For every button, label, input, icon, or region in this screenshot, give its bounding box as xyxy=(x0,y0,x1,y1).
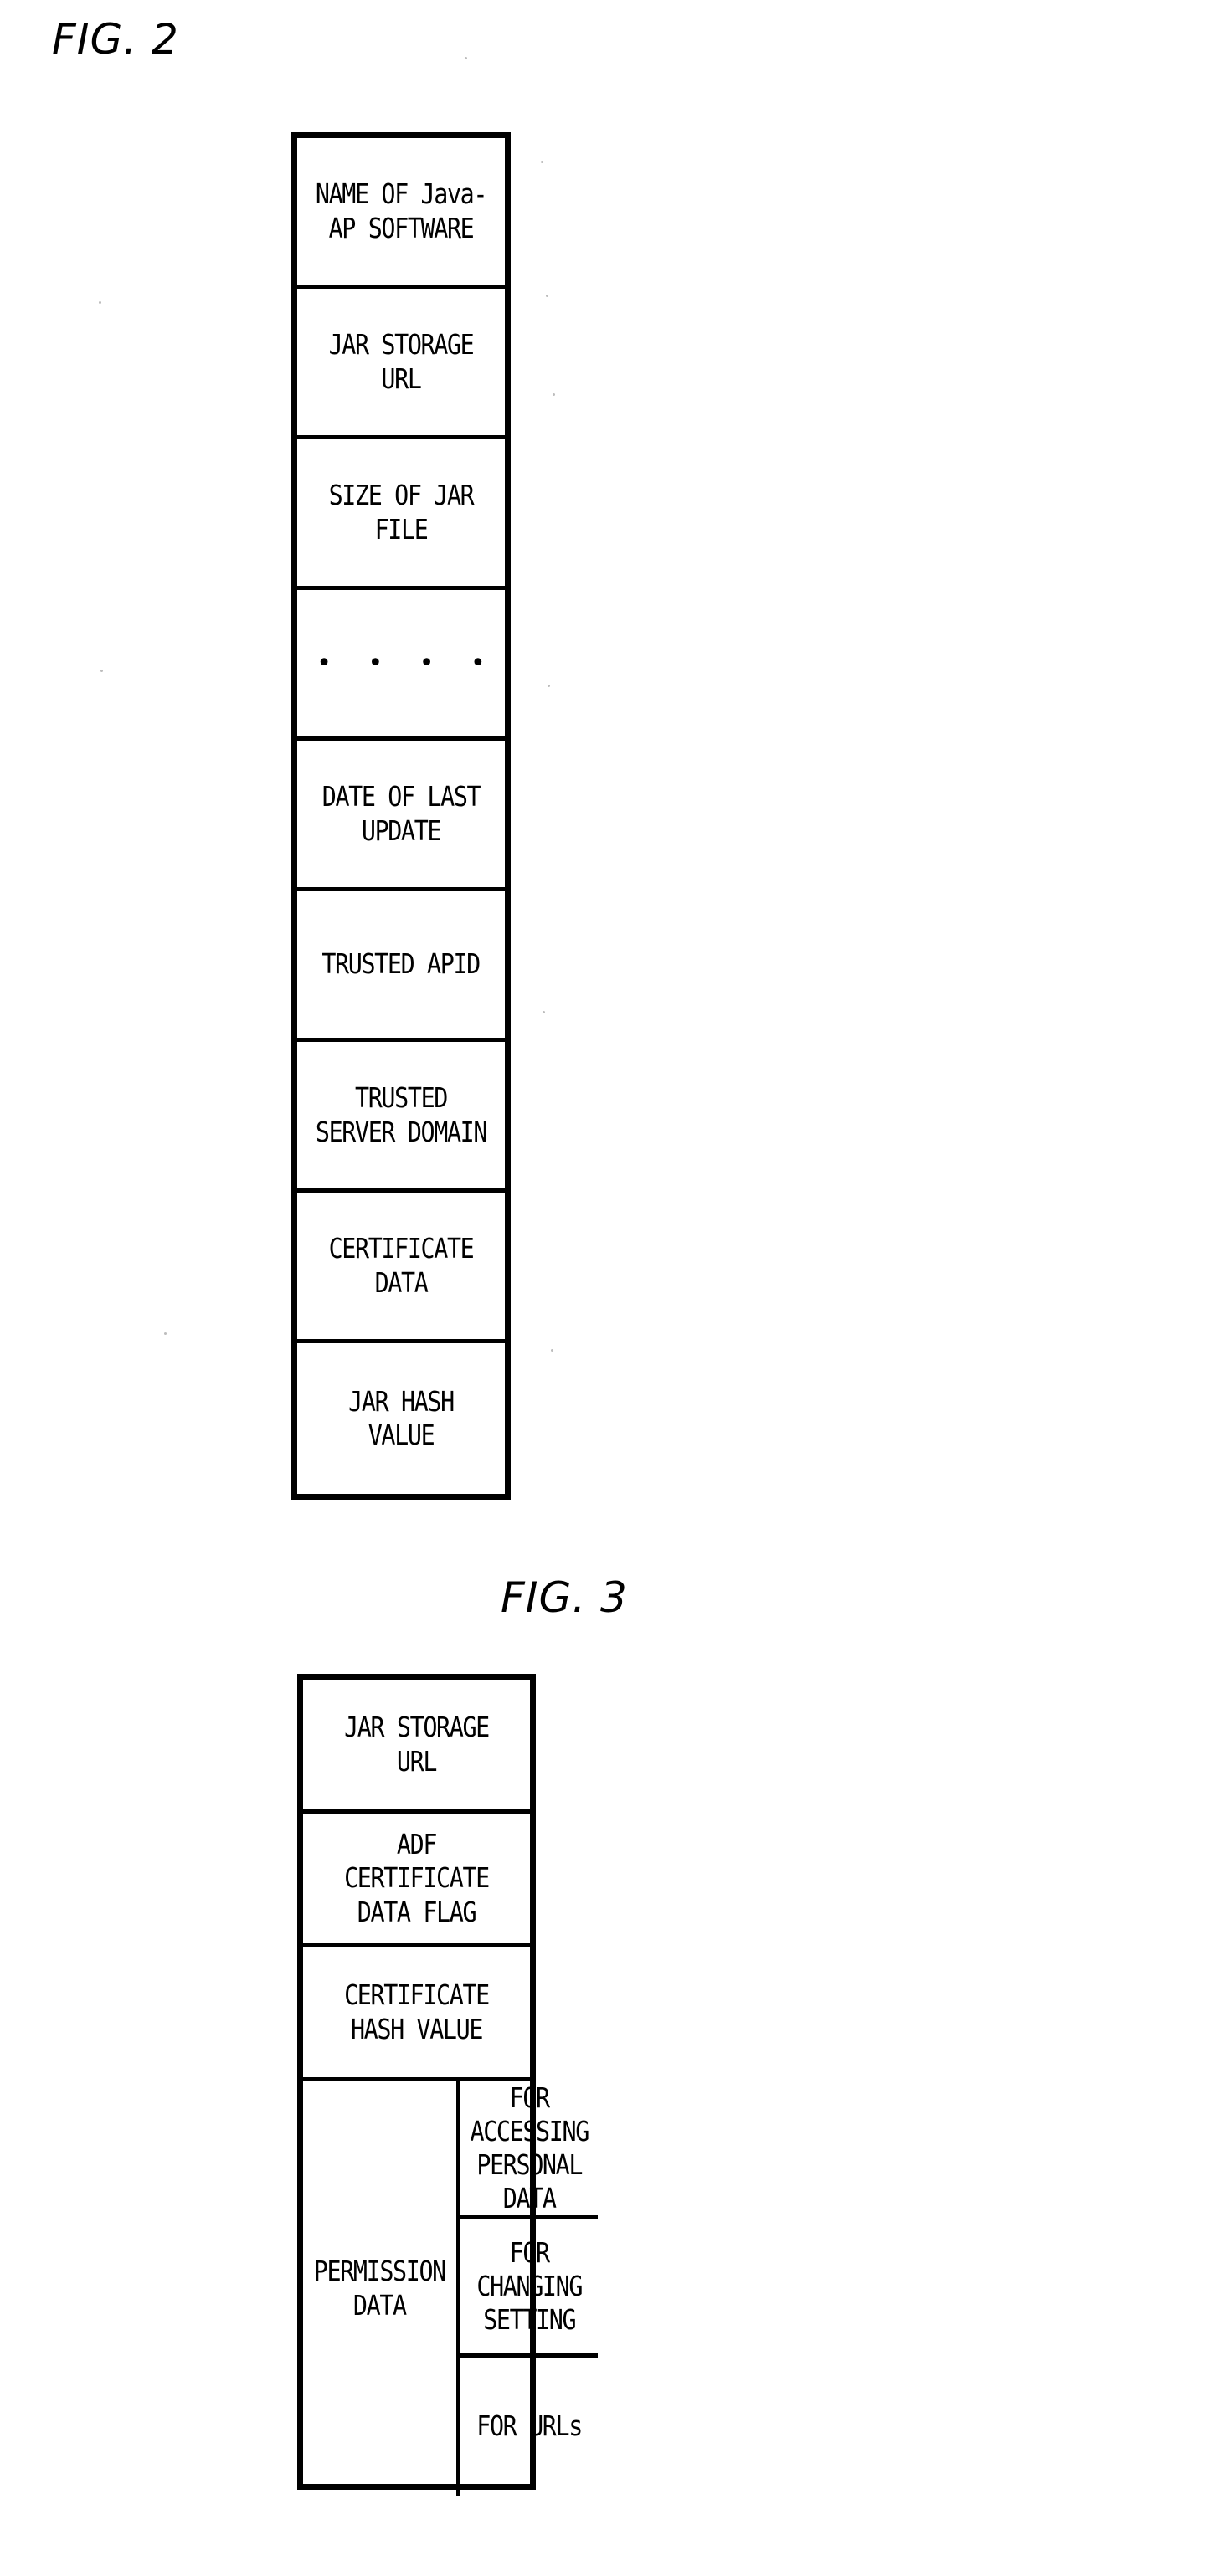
scan-speckle xyxy=(551,1349,553,1352)
scan-speckle xyxy=(465,57,467,59)
table-row: ADF CERTIFICATE DATA FLAG xyxy=(303,1814,530,1947)
cell-certificate-hash-value: CERTIFICATE HASH VALUE xyxy=(344,1978,490,2045)
figure-2-table: NAME OF Java-AP SOFTWARE JAR STORAGE URL… xyxy=(291,132,511,1500)
table-row: JAR STORAGE URL xyxy=(303,1680,530,1814)
scan-speckle xyxy=(99,301,101,304)
cell-jar-hash-value: JAR HASH VALUE xyxy=(348,1384,455,1451)
table-row: DATE OF LAST UPDATE xyxy=(297,741,505,891)
permission-sub-column: FOR ACCESSING PERSONAL DATA FOR CHANGING… xyxy=(460,2081,599,2496)
cell-jar-storage-url: JAR STORAGE URL xyxy=(344,1711,490,1778)
permission-data-block: PERMISSION DATA FOR ACCESSING PERSONAL D… xyxy=(303,2081,599,2496)
table-row: JAR STORAGE URL xyxy=(297,289,505,439)
table-row: FOR ACCESSING PERSONAL DATA xyxy=(460,2081,599,2219)
table-row: TRUSTED APID xyxy=(297,891,505,1042)
ellipsis-dots: • • • • xyxy=(316,648,500,678)
figure-2-label: FIG. 2 xyxy=(52,15,179,64)
scan-speckle xyxy=(100,670,103,672)
scan-speckle xyxy=(541,161,543,163)
cell-date-of-last-update: DATE OF LAST UPDATE xyxy=(321,780,481,847)
cell-trusted-server-domain: TRUSTED SERVER DOMAIN xyxy=(315,1081,488,1148)
table-row-ellipsis: • • • • xyxy=(297,590,505,741)
cell-permission-data: PERMISSION DATA xyxy=(303,2081,460,2496)
cell-certificate-data: CERTIFICATE DATA xyxy=(328,1232,475,1299)
figure-3-label: FIG. 3 xyxy=(501,1573,628,1622)
permission-data-label: PERMISSION DATA xyxy=(313,2255,446,2322)
table-row: TRUSTED SERVER DOMAIN xyxy=(297,1042,505,1193)
cell-for-urls: FOR URLs xyxy=(476,2409,583,2443)
table-row: CERTIFICATE DATA xyxy=(297,1193,505,1343)
cell-jar-storage-url: JAR STORAGE URL xyxy=(328,328,475,395)
table-row: CERTIFICATE HASH VALUE xyxy=(303,1947,530,2081)
scan-speckle xyxy=(553,393,555,396)
table-row: JAR HASH VALUE xyxy=(297,1343,505,1494)
scan-speckle xyxy=(164,1332,167,1335)
table-row: FOR CHANGING SETTING xyxy=(460,2219,599,2358)
cell-adf-certificate-data-flag: ADF CERTIFICATE DATA FLAG xyxy=(344,1828,490,1928)
cell-name-of-java-ap-software: NAME OF Java-AP SOFTWARE xyxy=(315,177,488,244)
table-row: FOR URLs xyxy=(460,2358,598,2496)
scan-speckle xyxy=(543,1011,545,1013)
cell-for-accessing-personal-data: FOR ACCESSING PERSONAL DATA xyxy=(470,2081,589,2215)
cell-trusted-apid: TRUSTED APID xyxy=(321,947,481,981)
table-row: SIZE OF JAR FILE xyxy=(297,439,505,590)
scan-speckle xyxy=(548,685,550,687)
cell-size-of-jar-file: SIZE OF JAR FILE xyxy=(328,479,475,546)
figure-3-table: JAR STORAGE URL ADF CERTIFICATE DATA FLA… xyxy=(297,1674,599,2496)
cell-for-changing-setting: FOR CHANGING SETTING xyxy=(476,2235,583,2337)
scan-speckle xyxy=(546,295,548,297)
table-row: NAME OF Java-AP SOFTWARE xyxy=(297,138,505,289)
